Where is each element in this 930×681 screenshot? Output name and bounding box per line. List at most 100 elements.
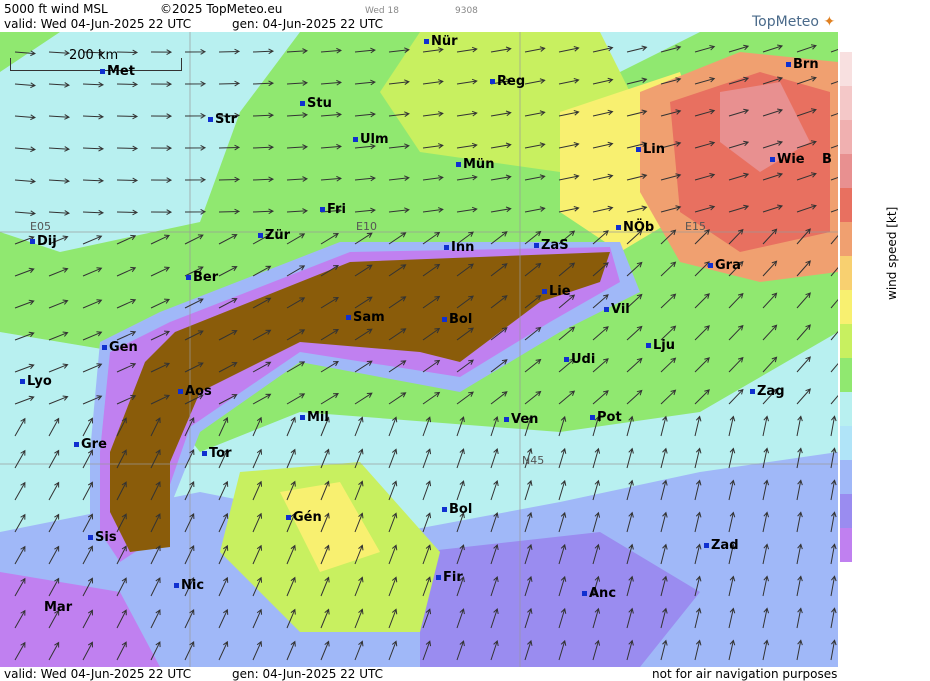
city-marker-icon [582, 591, 587, 596]
city-label: Brn [786, 57, 819, 72]
city-label: Reg [490, 74, 525, 89]
city-label: NÖb [616, 220, 654, 235]
city-marker-icon [208, 117, 213, 122]
city-marker-icon [590, 415, 595, 420]
legend-swatch [840, 154, 852, 188]
city-marker-icon [100, 69, 105, 74]
city-label: ZaS [534, 238, 569, 253]
aux-label-2: 9308 [455, 6, 478, 16]
city-marker-icon [300, 101, 305, 106]
city-label: Zad [704, 538, 739, 553]
city-label: Lju [646, 338, 675, 353]
scale-label: 200 km [69, 48, 119, 63]
grid-label-e05: E05 [30, 220, 51, 233]
city-label: Gre [74, 437, 107, 452]
grid-label-n45: N45 [522, 454, 545, 467]
city-label: Zür [258, 228, 290, 243]
city-label: Gra [708, 258, 741, 273]
city-label: Bol [442, 502, 472, 517]
city-marker-icon [186, 275, 191, 280]
city-marker-icon [436, 575, 441, 580]
city-label: Fir [436, 570, 463, 585]
city-label: Lin [636, 142, 665, 157]
header-bar: 5000 ft wind MSL ©2025 TopMeteo.eu Wed 1… [0, 0, 840, 32]
city-label: Ven [504, 412, 538, 427]
legend-colorbar [838, 32, 930, 577]
city-marker-icon [353, 137, 358, 142]
city-label: Tor [202, 446, 231, 461]
legend-swatch [840, 120, 852, 154]
city-marker-icon [442, 507, 447, 512]
city-marker-icon [174, 583, 179, 588]
city-marker-icon [74, 442, 79, 447]
legend-swatch [840, 324, 852, 358]
city-marker-icon [424, 39, 429, 44]
city-label: Sis [88, 530, 117, 545]
legend-swatch [840, 188, 852, 222]
aux-label-1: Wed 18 [365, 6, 399, 16]
city-marker-icon [616, 225, 621, 230]
city-label: Lie [542, 284, 571, 299]
city-marker-icon [490, 79, 495, 84]
legend-swatch [840, 222, 852, 256]
city-marker-icon [542, 289, 547, 294]
legend-swatch [840, 392, 852, 426]
city-marker-icon [286, 515, 291, 520]
grid-label-e10: E10 [356, 220, 377, 233]
city-marker-icon [504, 417, 509, 422]
city-label: Met [100, 64, 135, 79]
city-label: Pot [590, 410, 622, 425]
city-marker-icon [30, 239, 35, 244]
city-marker-icon [786, 62, 791, 67]
footer-valid: valid: Wed 04-Jun-2025 22 UTC [4, 667, 192, 681]
city-label: Inn [444, 240, 474, 255]
city-marker-icon [534, 243, 539, 248]
topmeteo-logo: TopMeteo ✦ [752, 14, 836, 30]
city-label: Mün [456, 157, 494, 172]
city-label: Gen [102, 340, 138, 355]
wind-map: 200 km E05 E10 E15 N45 Nür Met Reg Brn S… [0, 32, 838, 667]
city-marker-icon [750, 389, 755, 394]
footer-bar: valid: Wed 04-Jun-2025 22 UTC gen: 04-Ju… [0, 667, 840, 681]
city-label: Gén [286, 510, 322, 525]
city-marker-icon [300, 415, 305, 420]
city-marker-icon [88, 535, 93, 540]
legend-swatch [840, 290, 852, 324]
city-label: Sam [346, 310, 385, 325]
city-marker-icon [708, 263, 713, 268]
scale-bar: 200 km [10, 48, 182, 71]
compass-icon: ✦ [823, 14, 836, 30]
legend-title: wind speed [kt] [885, 206, 899, 300]
legend-swatch [840, 86, 852, 120]
legend-swatch [840, 528, 852, 562]
city-label: Anc [582, 586, 616, 601]
legend-swatch [840, 52, 852, 86]
city-marker-icon [646, 343, 651, 348]
city-label: Udi [564, 352, 595, 367]
city-marker-icon [444, 245, 449, 250]
city-marker-icon [20, 379, 25, 384]
city-label: Zag [750, 384, 785, 399]
city-marker-icon [178, 389, 183, 394]
city-label: Ber [186, 270, 218, 285]
city-marker-icon [636, 147, 641, 152]
city-marker-icon [770, 157, 775, 162]
product-title: 5000 ft wind MSL [4, 2, 108, 16]
footer-notice: not for air navigation purposes [652, 667, 838, 681]
legend-swatch [840, 256, 852, 290]
copyright: ©2025 TopMeteo.eu [160, 2, 283, 16]
city-marker-icon [320, 207, 325, 212]
legend-swatch [840, 426, 852, 460]
city-label: Dij [30, 234, 57, 249]
legend-swatch [840, 358, 852, 392]
city-label: Fri [320, 202, 346, 217]
city-label: Lyo [20, 374, 52, 389]
city-label: Ulm [353, 132, 389, 147]
grid-label-e15: E15 [685, 220, 706, 233]
city-label: Mil [300, 410, 329, 425]
valid-time: valid: Wed 04-Jun-2025 22 UTC [4, 17, 192, 31]
city-label: Nic [174, 578, 204, 593]
city-marker-icon [604, 307, 609, 312]
legend-swatch [840, 494, 852, 528]
city-marker-icon [258, 233, 263, 238]
